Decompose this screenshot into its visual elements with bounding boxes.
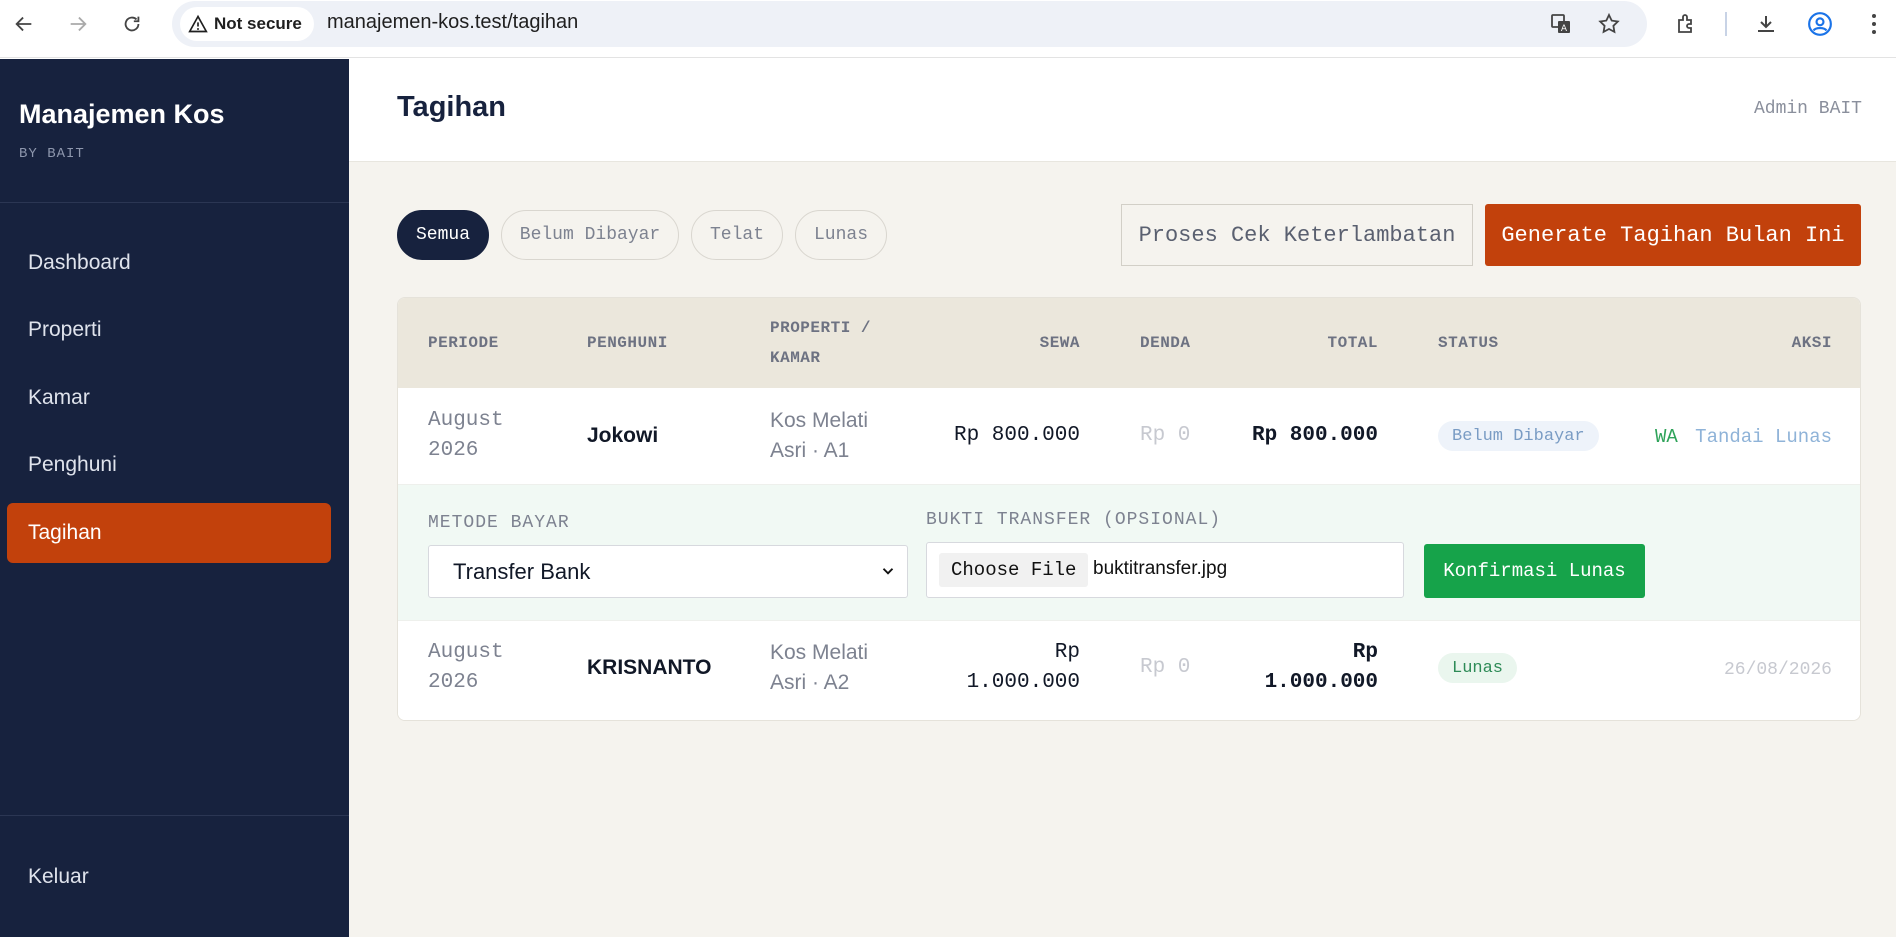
paid-date: 26/08/2026 <box>1723 660 1832 680</box>
row-properti-line2: Asri · A2 <box>770 671 850 694</box>
translate-icon[interactable]: A <box>1547 10 1575 38</box>
payment-method-select[interactable]: Transfer Bank <box>428 545 908 598</box>
th-status: STATUS <box>1438 334 1499 352</box>
method-label: METODE BAYAR <box>428 513 570 533</box>
check-late-button[interactable]: Proses Cek Keterlambatan <box>1121 204 1473 266</box>
page-title: Tagihan <box>397 91 507 123</box>
row-penghuni: Jokowi <box>587 424 659 447</box>
row-denda: Rp 0 <box>1140 656 1191 679</box>
generate-invoice-button[interactable]: Generate Tagihan Bulan Ini <box>1485 204 1861 266</box>
filter-semua[interactable]: Semua <box>397 210 489 260</box>
browser-toolbar: Not secure manajemen-kos.test/tagihan A <box>0 0 1896 58</box>
th-aksi: AKSI <box>1791 334 1832 352</box>
th-denda: DENDA <box>1140 334 1191 352</box>
row-sewa: Rp 800.000 <box>953 424 1080 447</box>
extensions-icon[interactable] <box>1672 10 1700 38</box>
invoice-table: PERIODE PENGHUNI PROPERTI / KAMAR SEWA D… <box>397 297 1861 721</box>
row-properti-line2: Asri · A1 <box>770 439 850 462</box>
svg-text:A: A <box>1561 24 1568 34</box>
row-penghuni: KRISNANTO <box>587 656 712 679</box>
choose-file-button[interactable]: Choose File <box>939 553 1089 587</box>
sidebar-divider <box>0 202 349 203</box>
th-periode: PERIODE <box>428 334 499 352</box>
reload-icon[interactable] <box>118 10 146 38</box>
address-bar[interactable]: Not secure manajemen-kos.test/tagihan A <box>172 1 1647 47</box>
security-label: Not secure <box>214 14 302 33</box>
star-icon[interactable] <box>1595 10 1623 38</box>
table-header: PERIODE PENGHUNI PROPERTI / KAMAR SEWA D… <box>398 298 1860 388</box>
forward-arrow-icon[interactable] <box>64 10 92 38</box>
payment-form: METODE BAYAR Transfer Bank BUKTI TRANSFE… <box>398 484 1860 621</box>
url-text[interactable]: manajemen-kos.test/tagihan <box>327 11 578 34</box>
table-row: August 2026 KRISNANTO Kos Melati Asri · … <box>398 621 1860 720</box>
row-periode-month: August <box>428 641 504 664</box>
th-properti-line2: KAMAR <box>770 349 821 367</box>
row-total-currency: Rp <box>1352 641 1378 664</box>
page-header: Tagihan Admin BAIT <box>349 59 1896 162</box>
brand-title: Manajemen Kos <box>19 99 225 129</box>
row-properti-line1: Kos Melati <box>770 409 869 432</box>
row-periode-month: August <box>428 409 504 432</box>
th-total: TOTAL <box>1327 334 1378 352</box>
sidebar: Manajemen Kos BY BAIT Dashboard Properti… <box>0 59 349 937</box>
brand-subtitle: BY BAIT <box>19 146 85 162</box>
th-sewa: SEWA <box>1039 334 1080 352</box>
th-properti-line1: PROPERTI / <box>770 319 872 337</box>
chevron-down-icon <box>882 568 894 575</box>
sidebar-item-penghuni[interactable]: Penghuni <box>7 435 331 495</box>
whatsapp-link[interactable]: WA <box>1655 426 1678 448</box>
warning-icon <box>188 14 208 33</box>
toolbar-divider <box>1725 12 1727 36</box>
th-penghuni: PENGHUNI <box>587 334 668 352</box>
status-badge: Belum Dibayar <box>1438 421 1599 451</box>
filter-lunas[interactable]: Lunas <box>795 210 887 260</box>
row-total-amount: 1.000.000 <box>1264 671 1378 694</box>
table-row: August 2026 Jokowi Kos Melati Asri · A1 … <box>398 388 1860 484</box>
main-content: Semua Belum Dibayar Telat Lunas Proses C… <box>349 162 1896 937</box>
admin-user: Admin BAIT <box>1753 99 1862 119</box>
row-properti-line1: Kos Melati <box>770 641 869 664</box>
row-denda: Rp 0 <box>1140 424 1191 447</box>
row-total: Rp 800.000 <box>1251 424 1378 447</box>
payment-method-value: Transfer Bank <box>453 558 591 584</box>
row-sewa-amount: 1.000.000 <box>966 671 1080 694</box>
sidebar-item-tagihan[interactable]: Tagihan <box>7 503 331 563</box>
confirm-paid-button[interactable]: Konfirmasi Lunas <box>1424 544 1645 598</box>
kebab-menu-icon[interactable] <box>1860 10 1888 38</box>
row-sewa-currency: Rp <box>1054 641 1080 664</box>
sidebar-item-properti[interactable]: Properti <box>7 300 331 360</box>
status-badge: Lunas <box>1438 653 1518 683</box>
download-icon[interactable] <box>1752 10 1780 38</box>
logout-link[interactable]: Keluar <box>7 847 331 907</box>
mark-paid-link[interactable]: Tandai Lunas <box>1695 426 1832 448</box>
profile-icon[interactable] <box>1806 10 1834 38</box>
selected-file-name: buktitransfer.jpg <box>1093 558 1228 579</box>
filter-telat[interactable]: Telat <box>691 210 783 260</box>
row-periode-year: 2026 <box>428 671 479 694</box>
row-periode-year: 2026 <box>428 439 479 462</box>
sidebar-item-dashboard[interactable]: Dashboard <box>7 233 331 293</box>
proof-file-input[interactable]: Choose File buktitransfer.jpg <box>926 542 1404 598</box>
filter-belum-dibayar[interactable]: Belum Dibayar <box>501 210 679 260</box>
sidebar-divider-bottom <box>0 815 349 816</box>
proof-label: BUKTI TRANSFER (OPSIONAL) <box>926 510 1222 530</box>
sidebar-item-kamar[interactable]: Kamar <box>7 368 331 428</box>
back-arrow-icon[interactable] <box>10 10 38 38</box>
security-chip[interactable]: Not secure <box>180 7 314 41</box>
